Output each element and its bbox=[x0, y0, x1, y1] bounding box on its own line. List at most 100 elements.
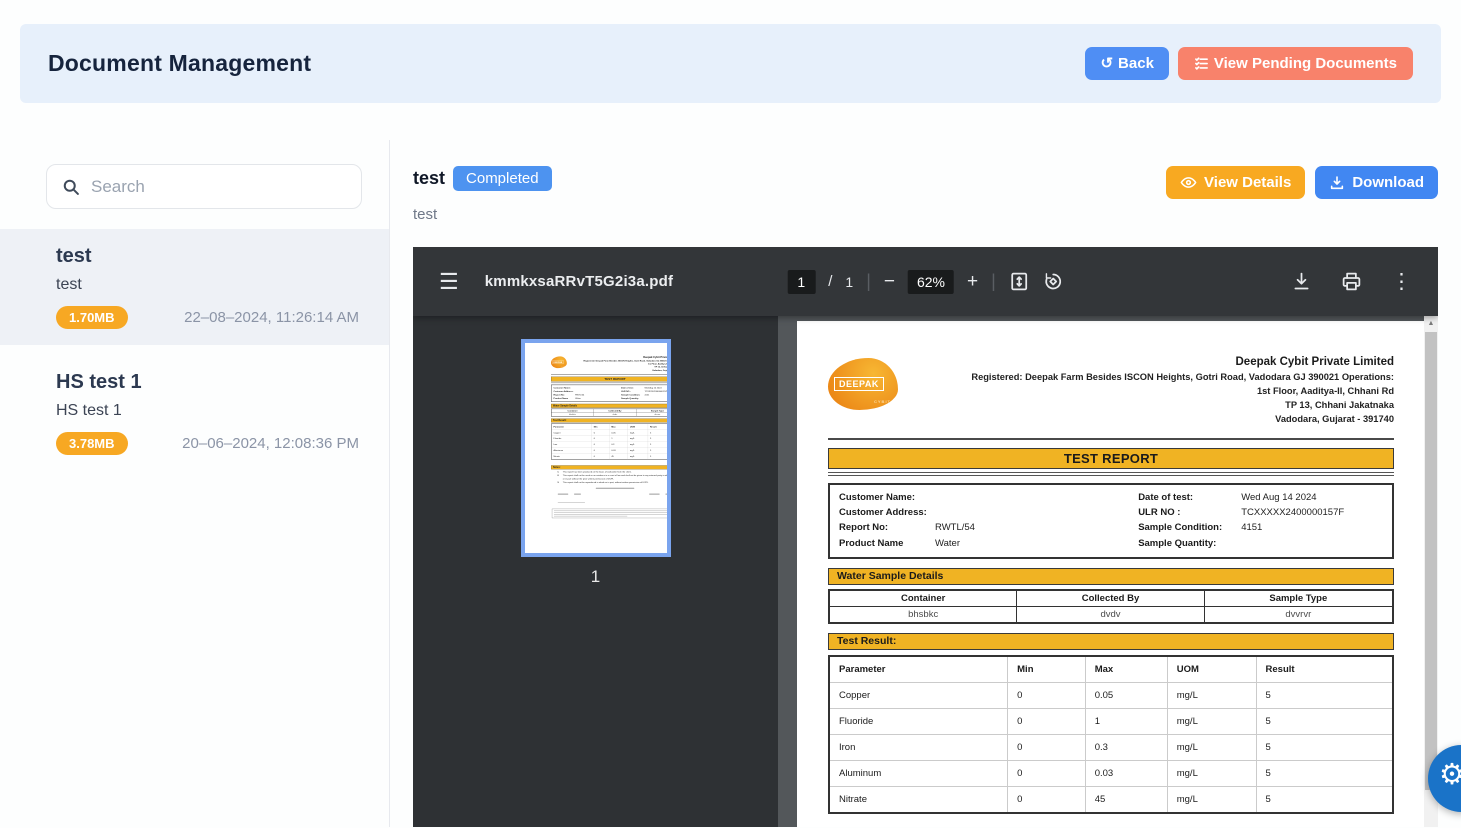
result-cell: 45 bbox=[1086, 787, 1168, 812]
note-number bbox=[557, 474, 562, 481]
test-result-table: Parameter Min Max UOM Result Copper 0 0. bbox=[551, 423, 667, 459]
result-cell: 5 bbox=[1257, 735, 1392, 761]
view-pending-documents-button[interactable]: View Pending Documents bbox=[1178, 47, 1413, 80]
result-cell: 5 bbox=[1257, 709, 1392, 735]
document-detail-pane: test Completed test View Details bbox=[390, 140, 1461, 827]
result-cell: 5 bbox=[1257, 683, 1392, 709]
company-address-line: Vadodara, Gujarat - 391740 bbox=[898, 413, 1394, 427]
report-letterhead: DEEPAK CYBIT Deepak Cybit Private Limite… bbox=[828, 354, 1394, 427]
zoom-out-icon[interactable]: − bbox=[884, 271, 895, 293]
product-name-label: Product Name bbox=[553, 397, 575, 400]
back-button[interactable]: ↺ Back bbox=[1085, 47, 1168, 80]
product-name-value: Water bbox=[575, 397, 581, 400]
result-cell: 0 bbox=[1008, 735, 1086, 761]
result-cell: 0 bbox=[1008, 761, 1086, 787]
pdf-scrollbar[interactable]: ▲ bbox=[1424, 316, 1438, 827]
search-box[interactable] bbox=[46, 164, 362, 209]
report-info-left: Customer Name: Customer Address: Report … bbox=[553, 386, 621, 400]
page-thumbnail[interactable]: DEEPAK CYBIT Deepak Cybit Private Limite… bbox=[521, 339, 671, 557]
more-options-icon[interactable]: ⋮ bbox=[1391, 269, 1412, 294]
deepak-logo: DEEPAK CYBIT bbox=[828, 358, 898, 410]
menu-icon[interactable]: ☰ bbox=[439, 269, 459, 295]
customer-address-label: Customer Address: bbox=[839, 505, 935, 520]
ws-value-sample-type: dvvrvr bbox=[1205, 607, 1392, 622]
result-cell: 5 bbox=[647, 453, 666, 459]
sample-condition-label: Sample Condition: bbox=[1138, 520, 1241, 535]
water-sample-table: Container Collected By Sample Type bhsbk… bbox=[828, 589, 1394, 624]
water-sample-table: Container Collected By Sample Type bhsbk… bbox=[551, 409, 667, 417]
app-header: Document Management ↺ Back View Pending … bbox=[20, 24, 1441, 103]
scrollbar-thumb[interactable] bbox=[1425, 332, 1437, 790]
rotate-icon[interactable] bbox=[1043, 271, 1064, 292]
report-no-value: RWTL/54 bbox=[935, 520, 975, 535]
result-cell: 1 bbox=[1086, 709, 1168, 735]
pdf-body: DEEPAK CYBIT Deepak Cybit Private Limite… bbox=[413, 316, 1438, 827]
scroll-up-icon[interactable]: ▲ bbox=[1424, 316, 1438, 331]
result-header: UOM bbox=[1168, 657, 1257, 683]
result-cell: mg/L bbox=[1168, 735, 1257, 761]
zoom-in-icon[interactable]: + bbox=[967, 271, 978, 293]
ws-value-sample-type: dvvrvr bbox=[636, 413, 667, 416]
sample-quantity-label: Sample Quantity: bbox=[1138, 536, 1241, 551]
search-input[interactable] bbox=[91, 177, 347, 197]
result-cell: 0 bbox=[1008, 787, 1086, 812]
result-cell: 0.03 bbox=[1086, 761, 1168, 787]
file-size-badge: 3.78MB bbox=[56, 432, 128, 455]
header-actions: ↺ Back View Pending Documents bbox=[1085, 47, 1413, 80]
result-cell: 0.3 bbox=[1086, 735, 1168, 761]
report-info-right: Date of test:Wed Aug 14 2024 ULR NO :TCX… bbox=[621, 386, 667, 400]
page-number-input[interactable]: 1 bbox=[787, 270, 815, 294]
sample-condition-value: 4151 bbox=[1241, 520, 1262, 535]
document-title: HS test 1 bbox=[56, 371, 363, 394]
report-letterhead: DEEPAK CYBIT Deepak Cybit Private Limite… bbox=[551, 355, 667, 372]
view-details-button[interactable]: View Details bbox=[1166, 166, 1305, 199]
report-info-box: Customer Name: Customer Address: Report … bbox=[828, 483, 1394, 559]
deepak-logo-subtext: CYBIT bbox=[874, 399, 891, 404]
download-button[interactable]: Download bbox=[1315, 166, 1438, 199]
result-header: Result bbox=[1257, 657, 1392, 683]
result-header-row: Parameter Min Max UOM Result bbox=[830, 657, 1392, 683]
footer-text-decoration bbox=[551, 502, 667, 503]
result-header: Parameter bbox=[830, 657, 1008, 683]
fit-to-page-icon[interactable] bbox=[1009, 271, 1030, 292]
test-report-banner: TEST REPORT bbox=[551, 377, 667, 382]
thumbnail-page: DEEPAK CYBIT Deepak Cybit Private Limite… bbox=[525, 343, 667, 553]
result-row-iron: Iron 0 0.3 mg/L 5 bbox=[830, 735, 1392, 761]
result-header: Min bbox=[1008, 657, 1086, 683]
report-no-label: Report No: bbox=[839, 520, 935, 535]
document-list-item-test[interactable]: test test 1.70MB 22–08–2024, 11:26:14 AM bbox=[0, 229, 389, 345]
product-name-label: Product Name bbox=[839, 536, 935, 551]
result-row-nitrate: Nitrate 0 45 mg/L 5 bbox=[830, 787, 1392, 812]
view-details-label: View Details bbox=[1204, 174, 1291, 191]
result-row-nitrate: Nitrate 0 45 mg/L 5 bbox=[551, 453, 667, 459]
page-total: 1 bbox=[845, 274, 853, 290]
toolbar-divider: | bbox=[991, 271, 996, 292]
checklist-icon bbox=[1194, 56, 1209, 71]
document-sidebar: test test 1.70MB 22–08–2024, 11:26:14 AM… bbox=[0, 140, 390, 827]
document-subtitle: HS test 1 bbox=[56, 402, 363, 420]
search-icon bbox=[61, 177, 81, 197]
deepak-logo-text: DEEPAK bbox=[834, 377, 884, 391]
sample-condition-value: 4151 bbox=[644, 393, 649, 396]
document-management-screen: Document Management ↺ Back View Pending … bbox=[0, 0, 1461, 828]
footer-box-decoration bbox=[551, 509, 666, 518]
note-number bbox=[557, 481, 562, 484]
deepak-logo-text: DEEPAK bbox=[552, 361, 563, 364]
result-cell: Nitrate bbox=[830, 787, 1008, 812]
ws-header-collected-by: Collected By bbox=[1017, 591, 1204, 607]
result-cell: mg/L bbox=[1168, 787, 1257, 812]
document-list-item-hs-test-1[interactable]: HS test 1 HS test 1 3.78MB 20–06–2024, 1… bbox=[0, 355, 389, 471]
zoom-level-input[interactable]: 62% bbox=[908, 270, 954, 294]
result-cell: 0 bbox=[1008, 709, 1086, 735]
download-file-icon[interactable] bbox=[1291, 271, 1312, 292]
ws-value-collected-by: dvdv bbox=[1017, 607, 1204, 622]
pdf-toolbar-right: ⋮ bbox=[1291, 269, 1412, 294]
result-cell: mg/L bbox=[627, 453, 647, 459]
toolbar-divider: | bbox=[866, 271, 871, 292]
result-cell: 0.05 bbox=[1086, 683, 1168, 709]
thumbnail-page-number: 1 bbox=[591, 567, 600, 587]
undo-icon: ↺ bbox=[1100, 56, 1113, 71]
back-button-label: Back bbox=[1118, 55, 1154, 72]
result-row-aluminum: Aluminum 0 0.03 mg/L 5 bbox=[830, 761, 1392, 787]
print-icon[interactable] bbox=[1341, 271, 1362, 292]
